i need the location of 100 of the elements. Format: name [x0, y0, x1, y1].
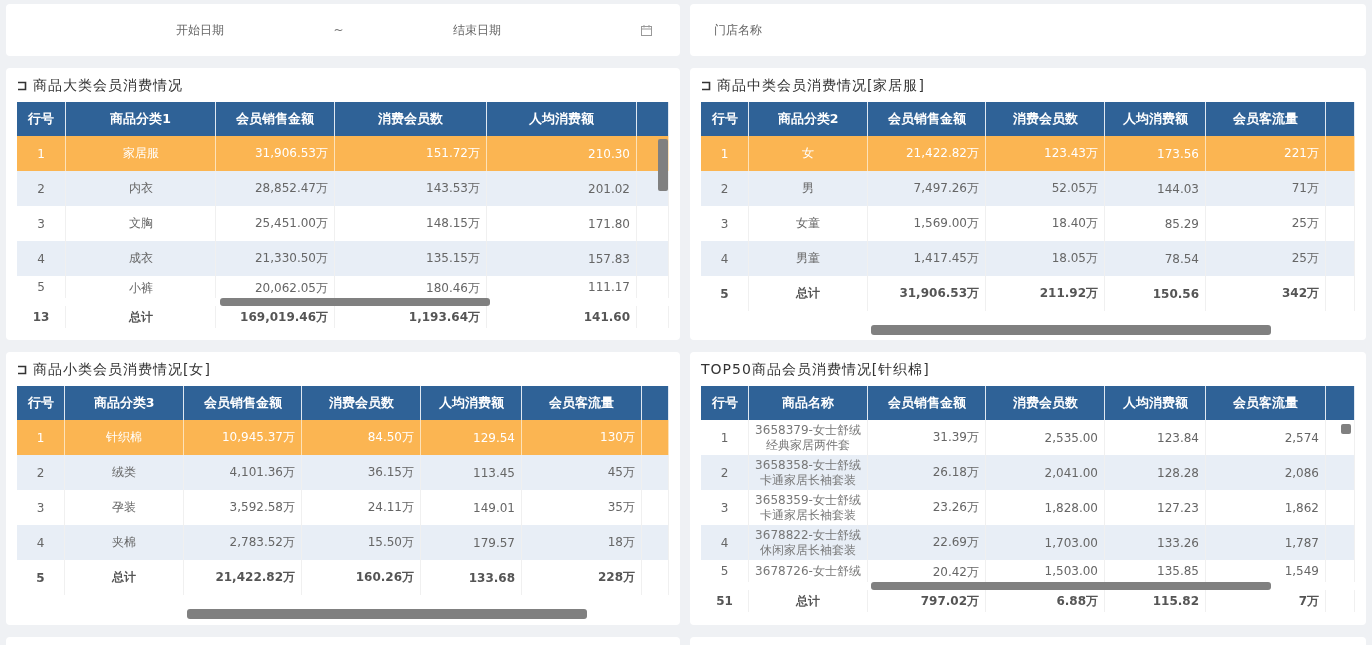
table-cell: 1,862 — [1284, 500, 1319, 515]
table-cell: 149.01 — [473, 500, 515, 515]
total-cell: 13 — [32, 310, 50, 324]
row-number: 3 — [37, 216, 45, 231]
row-number: 2 — [720, 465, 729, 480]
row-number: 3 — [720, 216, 729, 231]
panel-title: 商品小类会员消费情况[女] — [33, 361, 211, 379]
table-cell: 85.29 — [1164, 216, 1199, 231]
column-header[interactable]: 商品分类2 — [749, 102, 868, 136]
column-header[interactable]: 商品名称 — [749, 386, 868, 420]
row-number: 5 — [720, 564, 729, 578]
horizontal-scrollbar[interactable] — [220, 298, 490, 306]
row-number: 3 — [720, 500, 729, 515]
total-cell: 342万 — [1281, 285, 1319, 302]
table-cell: 2,783.52万 — [229, 534, 295, 551]
column-header[interactable]: 消费会员数 — [986, 386, 1105, 420]
calendar-icon[interactable] — [641, 24, 652, 36]
table-cell: 25,451.00万 — [254, 215, 328, 232]
column-header[interactable]: 行号 — [701, 386, 749, 420]
table-row[interactable]: 2 内衣 28,852.47万 143.53万 201.02 — [17, 171, 669, 206]
row-number: 1 — [720, 430, 729, 445]
table-row[interactable]: 2 3658358-女士舒绒 卡通家居长袖套装 26.18万 2,041.00 128.28 2,086 — [701, 455, 1355, 490]
table-cell: 45万 — [607, 464, 635, 481]
horizontal-scrollbar[interactable] — [871, 325, 1271, 335]
horizontal-scrollbar[interactable] — [871, 582, 1271, 590]
table-row[interactable]: 2 男 7,497.26万 52.05万 144.03 71万 — [701, 171, 1355, 206]
column-header[interactable]: 行号 — [17, 102, 66, 136]
total-label: 总计 — [128, 308, 153, 326]
column-header[interactable]: 商品分类3 — [65, 386, 184, 420]
column-header[interactable]: 人均消费额 — [1105, 102, 1206, 136]
column-header[interactable]: 消费会员数 — [986, 102, 1105, 136]
end-date-field[interactable]: 结束日期 — [343, 22, 611, 38]
column-header[interactable]: 行号 — [701, 102, 749, 136]
column-header[interactable]: 人均消费额 — [487, 102, 637, 136]
category-cell: 小裤 — [128, 280, 153, 297]
table-cell: 171.80 — [588, 216, 630, 231]
table-cell: 23.26万 — [932, 499, 979, 516]
table-cell: 31.39万 — [932, 429, 979, 446]
table-cell: 123.43万 — [1044, 145, 1098, 162]
column-header[interactable]: 消费会员数 — [335, 102, 487, 136]
total-cell: 150.56 — [1152, 286, 1199, 301]
panel-title: 商品大类会员消费情况 — [33, 77, 183, 95]
product-name: 3678822-女士舒绒 休闲家居长袖套装 — [755, 527, 861, 558]
column-header[interactable]: 会员销售金额 — [216, 102, 335, 136]
total-cell: 133.68 — [468, 570, 515, 585]
column-header[interactable]: 行号 — [17, 386, 65, 420]
row-number: 3 — [36, 500, 45, 515]
table-cell: 179.57 — [473, 535, 515, 550]
horizontal-scrollbar[interactable] — [187, 609, 587, 619]
table-cell: 144.03 — [1157, 181, 1199, 196]
table-row[interactable]: 4 成衣 21,330.50万 135.15万 157.83 — [17, 241, 669, 276]
column-header[interactable]: 人均消费额 — [1105, 386, 1206, 420]
product-name: 3678726-女士舒绒 — [755, 564, 861, 579]
table-cell: 130万 — [600, 429, 635, 446]
column-header[interactable]: 会员销售金额 — [868, 102, 986, 136]
table-cell: 3,592.58万 — [229, 499, 295, 516]
table-row[interactable]: 4 3678822-女士舒绒 休闲家居长袖套装 22.69万 1,703.00 133.26 1,787 — [701, 525, 1355, 560]
column-header — [1326, 386, 1355, 420]
vertical-scrollbar[interactable] — [658, 139, 668, 191]
table-cell: 71万 — [1291, 180, 1319, 197]
product-name: 3658359-女士舒绒 卡通家居长袖套装 — [755, 492, 861, 523]
category-cell: 内衣 — [128, 180, 153, 197]
column-header[interactable]: 会员销售金额 — [184, 386, 302, 420]
category-cell: 男童 — [796, 250, 820, 267]
column-header[interactable]: 会员客流量 — [522, 386, 642, 420]
row-number: 4 — [720, 251, 729, 266]
row-number: 4 — [720, 535, 729, 550]
category-cell: 女 — [802, 145, 814, 162]
total-cell: 160.26万 — [355, 569, 414, 586]
table-cell: 1,569.00万 — [913, 215, 979, 232]
total-cell: 228万 — [597, 569, 635, 586]
table-cell: 173.56 — [1157, 146, 1199, 161]
category-cell: 男 — [802, 180, 814, 197]
column-header[interactable]: 消费会员数 — [302, 386, 421, 420]
panel-title: TOP50商品会员消费情况[针织棉] — [701, 361, 930, 379]
column-header[interactable]: 会员客流量 — [1206, 102, 1326, 136]
start-date-field[interactable]: 开始日期 — [66, 22, 334, 38]
total-cell: 21,422.82万 — [215, 569, 295, 586]
table-cell: 180.46万 — [426, 280, 480, 297]
total-cell: 51 — [716, 594, 733, 608]
column-header[interactable]: 会员客流量 — [1206, 386, 1326, 420]
column-header[interactable]: 人均消费额 — [421, 386, 522, 420]
row-number: 2 — [720, 181, 729, 196]
table-row[interactable]: 2 绒类 4,101.36万 36.15万 113.45 45万 — [17, 455, 669, 490]
table-cell: 84.50万 — [367, 429, 414, 446]
row-number: 4 — [36, 535, 45, 550]
table-cell: 18.05万 — [1051, 250, 1098, 267]
total-cell: 797.02万 — [920, 592, 979, 610]
table-cell: 129.54 — [473, 430, 515, 445]
vertical-scrollbar[interactable] — [1341, 424, 1351, 434]
table-row[interactable]: 4 男童 1,417.45万 18.05万 78.54 25万 — [701, 241, 1355, 276]
column-header[interactable]: 商品分类1 — [66, 102, 216, 136]
table-cell: 1,503.00 — [1044, 564, 1098, 578]
row-number: 1 — [720, 146, 729, 161]
table-cell: 2,574 — [1284, 430, 1319, 445]
column-header[interactable]: 会员销售金额 — [868, 386, 986, 420]
table-row[interactable]: 4 夹棉 2,783.52万 15.50万 179.57 18万 — [17, 525, 669, 560]
table-cell: 24.11万 — [367, 499, 414, 516]
total-label: 总计 — [796, 285, 820, 302]
table-cell: 78.54 — [1164, 251, 1199, 266]
